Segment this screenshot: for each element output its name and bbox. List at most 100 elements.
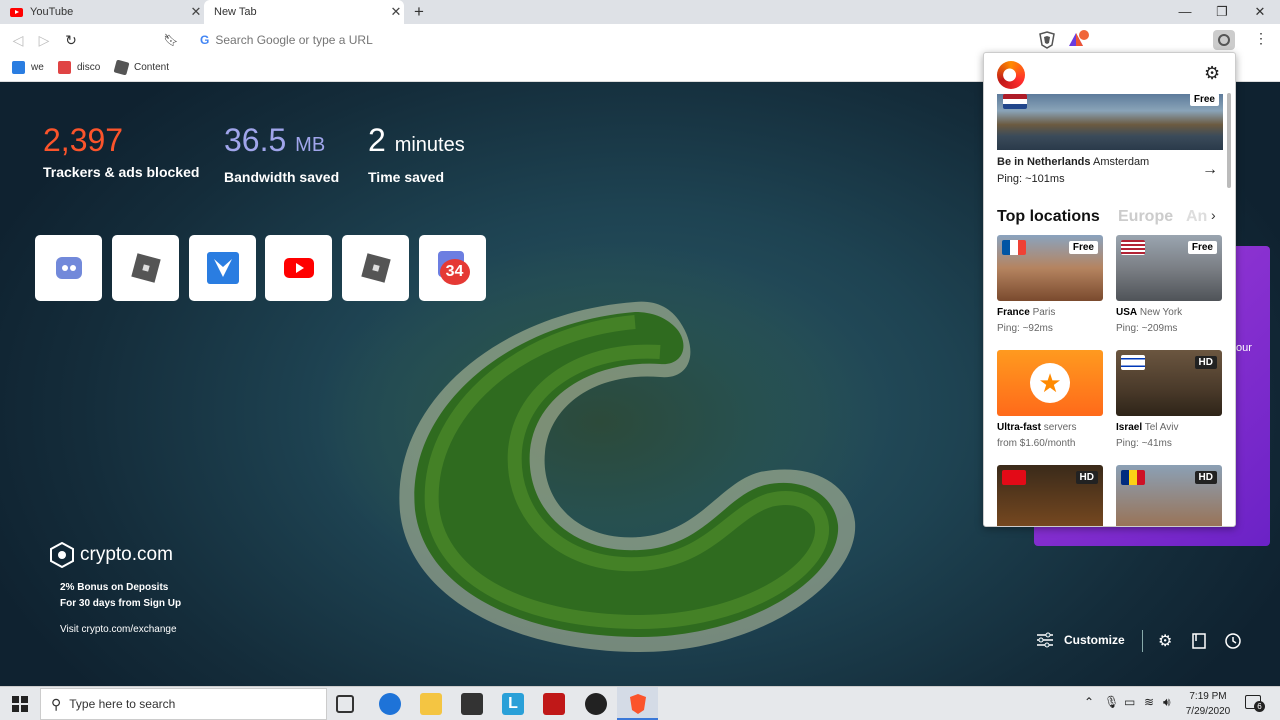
arrow-right-icon[interactable]: → [1202, 161, 1218, 179]
location-card-info: Ultra-fast servers from $1.60/month [997, 422, 1077, 449]
bandwidth-unit: MB [295, 134, 326, 156]
mail-icon[interactable] [461, 693, 483, 715]
task-view-icon[interactable] [336, 695, 354, 713]
france-flag-icon [1002, 240, 1026, 255]
taskbar-search[interactable]: ⚲ Type here to search [40, 688, 327, 720]
netherlands-flag-icon [1003, 94, 1027, 109]
roblox-favicon-icon [113, 59, 130, 76]
history-icon[interactable] [1224, 632, 1242, 650]
tray-chevron-icon[interactable]: ⌃ [1084, 695, 1094, 709]
volume-icon[interactable]: 🔊︎ [1163, 695, 1171, 710]
customize-button[interactable]: Customize [1064, 633, 1125, 647]
address-bar[interactable]: G [190, 28, 1030, 52]
time-value: 2 [368, 122, 386, 158]
close-tab-icon[interactable]: ✕ [388, 4, 404, 20]
location-card-usa[interactable]: Free [1116, 235, 1222, 301]
windows-start-icon[interactable] [12, 696, 28, 712]
crypto-link[interactable]: Visit crypto.com/exchange [60, 622, 181, 638]
popup-scrollbar[interactable] [1227, 93, 1231, 188]
chevron-right-icon[interactable]: › [1211, 207, 1216, 223]
turkey-flag-icon [1002, 470, 1026, 485]
bandwidth-value: 36.5 [224, 122, 287, 158]
location-card-info: France Paris Ping: ~92ms [997, 307, 1056, 334]
trackers-label: Trackers & ads blocked [43, 164, 200, 180]
location-card-info: USA New York Ping: ~209ms [1116, 307, 1183, 334]
vpn-extension-button[interactable] [1213, 30, 1235, 50]
roblox-icon [360, 253, 391, 283]
bookmark-favicon-icon [12, 61, 25, 74]
hd-badge: HD [1194, 471, 1217, 484]
url-input[interactable] [215, 33, 916, 47]
back-button[interactable]: ◁ [8, 30, 28, 50]
hd-badge: HD [1075, 471, 1098, 484]
bandwidth-stat: 36.5 MB Bandwidth saved [224, 120, 339, 185]
wifi-icon[interactable]: ≋ [1144, 695, 1154, 709]
battery-icon[interactable]: ▭ [1124, 695, 1135, 709]
obs-icon[interactable] [585, 693, 607, 715]
trackers-count: 2,397 [43, 122, 124, 158]
featured-ping: Ping: ~101ms [997, 173, 1065, 185]
israel-flag-icon [1121, 355, 1145, 370]
tab-new-tab[interactable]: New Tab ✕ [204, 0, 404, 24]
discord-icon [55, 257, 82, 279]
ntp-controls: Customize ⚙ [1020, 622, 1280, 662]
location-card-turkey[interactable]: HD [997, 465, 1103, 526]
location-card-romania[interactable]: HD [1116, 465, 1222, 526]
usa-flag-icon [1121, 240, 1145, 255]
top-site-youtube[interactable] [265, 235, 332, 301]
mcafee-icon[interactable] [543, 693, 565, 715]
reload-button[interactable]: ↻ [61, 30, 81, 50]
tab-title: New Tab [214, 6, 257, 18]
tab-title: YouTube [30, 6, 74, 18]
location-card-france[interactable]: Free [997, 235, 1103, 301]
tab-strip: YouTube ✕ New Tab ✕ + — ❐ ✕ [0, 0, 1280, 24]
tab-europe[interactable]: Europe [1118, 208, 1173, 226]
brave-shields-icon[interactable] [1039, 31, 1055, 49]
menu-icon[interactable]: ⋮ [1254, 30, 1268, 47]
app-l-icon[interactable]: L [502, 693, 524, 715]
free-badge: Free [1189, 93, 1219, 106]
brave-rewards-icon[interactable] [1068, 30, 1090, 50]
vpn-logo-icon [997, 61, 1025, 89]
vpn-settings-icon[interactable]: ⚙ [1204, 63, 1220, 84]
search-icon: ⚲ [51, 695, 62, 712]
top-site-calendar[interactable]: 34 [419, 235, 486, 301]
settings-icon[interactable]: ⚙ [1158, 631, 1172, 651]
app-icon [206, 252, 239, 284]
bookmarks-icon[interactable] [1192, 633, 1206, 649]
tab-youtube[interactable]: YouTube ✕ [0, 0, 204, 24]
time-unit: minutes [394, 134, 465, 156]
forward-button[interactable]: ▷ [34, 30, 54, 50]
customize-icon [1037, 632, 1053, 648]
bookmark-button[interactable]: 🔖︎ [161, 30, 181, 50]
featured-country: Be in Netherlands [997, 156, 1091, 168]
featured-location-image[interactable]: Free [997, 93, 1223, 150]
microphone-icon[interactable]: 🎙︎ [1104, 695, 1119, 709]
clock[interactable]: 7:19 PM 7/29/2020 [1182, 689, 1234, 719]
tab-americas[interactable]: An [1186, 208, 1210, 226]
location-card-israel[interactable]: HD [1116, 350, 1222, 416]
maximize-button[interactable]: ❐ [1207, 2, 1237, 22]
edge-icon[interactable] [379, 693, 401, 715]
top-site-roblox[interactable] [112, 235, 179, 301]
top-site-roblox-2[interactable] [342, 235, 409, 301]
new-tab-button[interactable]: + [410, 2, 428, 22]
calendar-favicon-icon [58, 61, 71, 74]
notification-icon[interactable]: 6 [1245, 695, 1265, 712]
ultra-fast-promo-card[interactable]: ★ [997, 350, 1103, 416]
bookmark-item[interactable]: Content [113, 59, 169, 76]
close-window-button[interactable]: ✕ [1245, 2, 1275, 22]
star-icon: ★ [1030, 363, 1070, 403]
minimize-button[interactable]: — [1170, 2, 1200, 22]
top-site-discord[interactable] [35, 235, 102, 301]
bookmark-item[interactable]: we [12, 61, 44, 74]
top-site-app[interactable] [189, 235, 256, 301]
file-explorer-icon[interactable] [420, 693, 442, 715]
bookmark-item[interactable]: disco [58, 61, 100, 74]
calendar-icon: 34 [436, 251, 470, 285]
close-tab-icon[interactable]: ✕ [188, 4, 204, 20]
crypto-sponsored-ad[interactable]: crypto.com 2% Bonus on Deposits For 30 d… [50, 542, 181, 638]
featured-location-info[interactable]: Be in Netherlands Amsterdam Ping: ~101ms [997, 154, 1207, 188]
youtube-icon [283, 258, 314, 278]
taskbar-brave-active[interactable] [617, 687, 658, 720]
